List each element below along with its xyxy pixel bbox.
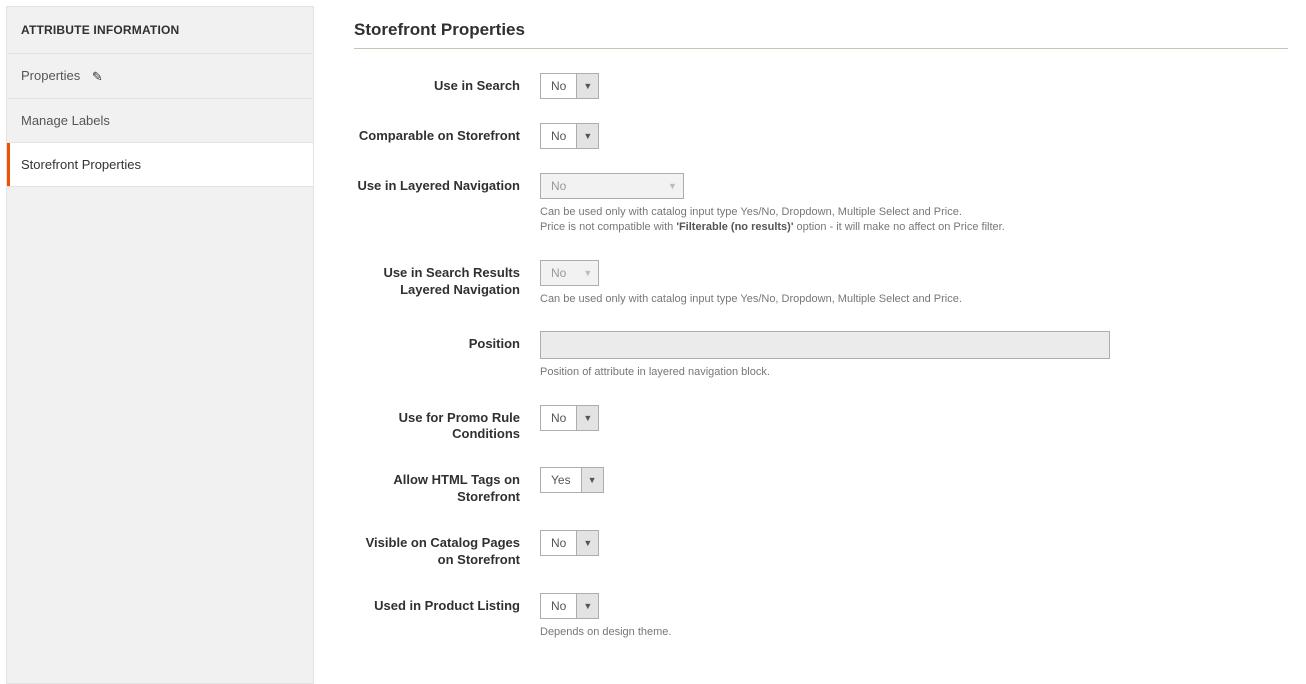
- field-label: Use in Search Results Layered Navigation: [354, 260, 540, 299]
- layered-nav-select: No ▼: [540, 173, 684, 199]
- chevron-down-icon: ▼: [576, 531, 598, 555]
- field-used-in-product-listing: Used in Product Listing No ▼ Depends on …: [354, 593, 1288, 640]
- product-listing-select[interactable]: No ▼: [540, 593, 599, 619]
- field-label: Use in Search: [354, 73, 540, 95]
- field-use-in-layered-navigation: Use in Layered Navigation No ▼ Can be us…: [354, 173, 1288, 236]
- select-value: No: [541, 594, 576, 618]
- select-value: Yes: [541, 468, 581, 492]
- chevron-down-icon: ▼: [576, 594, 598, 618]
- sidebar-tab-properties[interactable]: Properties ✎: [7, 54, 313, 99]
- chevron-down-icon: ▼: [576, 406, 598, 430]
- select-value: No: [541, 406, 576, 430]
- field-use-in-search: Use in Search No ▼: [354, 73, 1288, 99]
- field-note: Position of attribute in layered navigat…: [540, 365, 1288, 380]
- field-note: Depends on design theme.: [540, 625, 1288, 640]
- select-value: No: [541, 531, 576, 555]
- sidebar-tab-label: Manage Labels: [21, 113, 110, 128]
- sidebar-tabs: Properties ✎ Manage Labels Storefront Pr…: [7, 54, 313, 187]
- sidebar-tab-label: Storefront Properties: [21, 157, 141, 172]
- sidebar-tab-manage-labels[interactable]: Manage Labels: [7, 99, 313, 143]
- pencil-icon: ✎: [92, 69, 103, 84]
- section-title: Storefront Properties: [354, 20, 1288, 49]
- field-label: Allow HTML Tags on Storefront: [354, 467, 540, 506]
- visible-catalog-select[interactable]: No ▼: [540, 530, 599, 556]
- select-value: No: [541, 261, 576, 285]
- field-visible-on-catalog-pages: Visible on Catalog Pages on Storefront N…: [354, 530, 1288, 569]
- select-value: No: [541, 124, 576, 148]
- position-input: [540, 331, 1110, 359]
- use-in-search-select[interactable]: No ▼: [540, 73, 599, 99]
- field-allow-html-tags: Allow HTML Tags on Storefront Yes ▼: [354, 467, 1288, 506]
- chevron-down-icon: ▼: [661, 174, 683, 198]
- field-label: Position: [354, 331, 540, 353]
- allow-html-select[interactable]: Yes ▼: [540, 467, 604, 493]
- field-label: Use for Promo Rule Conditions: [354, 405, 540, 444]
- select-value: No: [541, 74, 576, 98]
- sidebar-header: Attribute Information: [7, 7, 313, 54]
- chevron-down-icon: ▼: [581, 468, 603, 492]
- sidebar-tab-storefront-properties[interactable]: Storefront Properties: [7, 143, 313, 187]
- field-note: Can be used only with catalog input type…: [540, 292, 1288, 307]
- search-layered-nav-select: No ▼: [540, 260, 599, 286]
- sidebar-tab-label: Properties: [21, 68, 80, 83]
- chevron-down-icon: ▼: [576, 124, 598, 148]
- field-use-in-search-results-layered-navigation: Use in Search Results Layered Navigation…: [354, 260, 1288, 307]
- chevron-down-icon: ▼: [576, 261, 598, 285]
- field-position: Position Position of attribute in layere…: [354, 331, 1288, 380]
- chevron-down-icon: ▼: [576, 74, 598, 98]
- field-label: Used in Product Listing: [354, 593, 540, 615]
- field-label: Visible on Catalog Pages on Storefront: [354, 530, 540, 569]
- main-content: Storefront Properties Use in Search No ▼…: [314, 0, 1306, 684]
- comparable-select[interactable]: No ▼: [540, 123, 599, 149]
- field-use-for-promo-rule-conditions: Use for Promo Rule Conditions No ▼: [354, 405, 1288, 444]
- field-label: Use in Layered Navigation: [354, 173, 540, 195]
- field-note: Can be used only with catalog input type…: [540, 205, 1288, 236]
- promo-rule-select[interactable]: No ▼: [540, 405, 599, 431]
- select-value: No: [541, 174, 661, 198]
- field-label: Comparable on Storefront: [354, 123, 540, 145]
- attribute-info-sidebar: Attribute Information Properties ✎ Manag…: [6, 6, 314, 684]
- field-comparable-on-storefront: Comparable on Storefront No ▼: [354, 123, 1288, 149]
